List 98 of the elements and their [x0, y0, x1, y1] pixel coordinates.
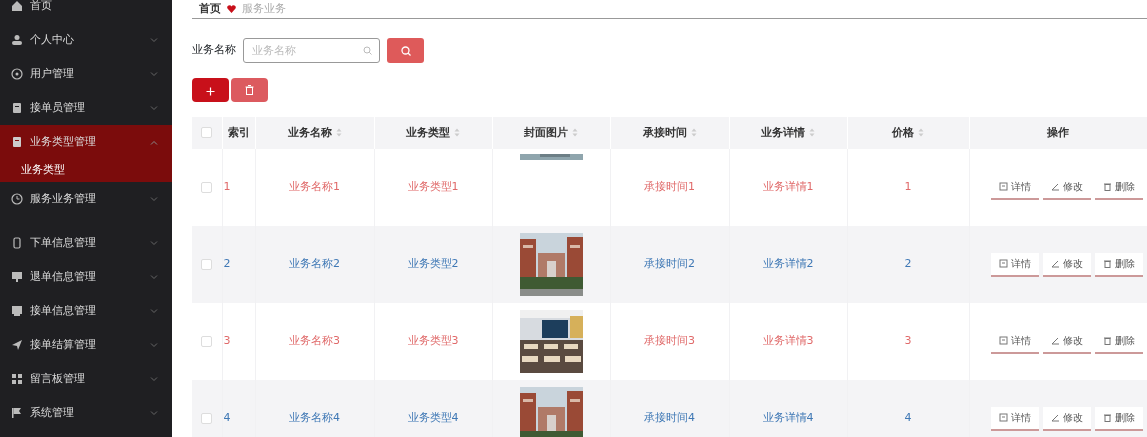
- clipboard-icon: [11, 102, 23, 114]
- table-cell: 业务详情3: [762, 334, 814, 348]
- sort-icon: [335, 128, 342, 138]
- column-header: 承接时间: [642, 125, 687, 139]
- sidebar-item[interactable]: 留言板管理: [0, 362, 172, 396]
- table-cell: 承接时间4: [644, 411, 695, 425]
- sidebar-item[interactable]: 退单信息管理: [0, 260, 172, 294]
- trash-icon: [245, 85, 254, 95]
- document-icon: [998, 259, 1008, 268]
- delete-button[interactable]: [231, 78, 268, 102]
- sort-icon: [690, 128, 697, 138]
- details-button[interactable]: 详情: [990, 252, 1039, 277]
- breadcrumb-current: 服务业务: [242, 0, 286, 17]
- table-cell: 业务类型4: [407, 411, 459, 425]
- sidebar-item[interactable]: 服务业务管理: [0, 182, 172, 216]
- table-cell: 业务类型1: [407, 180, 459, 194]
- phone-icon: [11, 237, 23, 249]
- add-button[interactable]: [192, 78, 229, 102]
- edit-button[interactable]: 修改: [1042, 406, 1091, 431]
- delete-button[interactable]: 删除: [1094, 252, 1143, 277]
- table-cell: 2: [904, 257, 912, 271]
- column-header: 业务名称: [287, 125, 332, 139]
- flag-icon: [11, 407, 23, 419]
- search-icon: [363, 46, 372, 55]
- column-header: 业务详情: [761, 125, 805, 139]
- table-cell: 业务名称3: [289, 334, 340, 348]
- plus-icon: [206, 86, 215, 96]
- table-cell: 4: [223, 411, 231, 425]
- table-cell: 业务详情4: [762, 411, 814, 425]
- table-cell: 1: [904, 180, 912, 194]
- sidebar-item[interactable]: 业务类型管理: [0, 125, 172, 159]
- column-header: 操作: [1047, 125, 1069, 139]
- pencil-icon: [1050, 182, 1060, 191]
- person-icon: [11, 34, 23, 46]
- checkbox[interactable]: [201, 258, 213, 270]
- trash-icon: [1102, 336, 1112, 345]
- table-cell: 业务类型2: [407, 257, 459, 271]
- checkbox[interactable]: [201, 335, 213, 347]
- sidebar-item[interactable]: 接单信息管理: [0, 294, 172, 328]
- table-cell: 1: [223, 180, 231, 194]
- sort-icon: [454, 128, 460, 138]
- send-icon: [11, 339, 23, 351]
- home-icon: [11, 0, 23, 12]
- column-header: 价格: [892, 125, 914, 139]
- table-cell: 4: [904, 411, 912, 425]
- table-cell: 3: [223, 334, 231, 348]
- trash-icon: [1102, 182, 1112, 191]
- checkbox[interactable]: [201, 412, 213, 424]
- column-header: 业务类型: [406, 125, 450, 139]
- edit-button[interactable]: 修改: [1042, 252, 1091, 277]
- sign-icon: [11, 271, 23, 283]
- clock-icon: [11, 193, 23, 205]
- table-cell: 3: [904, 334, 912, 348]
- breadcrumb-link[interactable]: 首页: [199, 0, 221, 18]
- sidebar-item[interactable]: 接单员管理: [0, 91, 172, 125]
- column-header: 索引: [227, 125, 250, 139]
- pencil-icon: [1050, 413, 1060, 422]
- sidebar-item[interactable]: 下单信息管理: [0, 226, 172, 260]
- delete-button[interactable]: 删除: [1094, 406, 1143, 431]
- search-label: 业务名称: [192, 42, 236, 59]
- table-cell: 承接时间2: [644, 257, 695, 271]
- sort-icon: [918, 128, 924, 138]
- search-field[interactable]: 业务名称: [243, 38, 380, 63]
- table-cell: 业务详情2: [762, 257, 814, 271]
- table-cell: 承接时间1: [644, 180, 695, 194]
- heart-icon: [227, 5, 236, 13]
- submenu-item[interactable]: 业务类型: [0, 159, 172, 182]
- checkbox[interactable]: [201, 127, 213, 139]
- checkbox[interactable]: [201, 181, 213, 193]
- column-header: 封面图片: [524, 125, 568, 139]
- sidebar-item[interactable]: 接单结算管理: [0, 328, 172, 362]
- circle-icon: [11, 68, 23, 80]
- table-cell: 承接时间3: [644, 334, 695, 348]
- table-cell: 业务详情1: [762, 180, 814, 194]
- search-button[interactable]: [387, 38, 424, 63]
- monitor-icon: [11, 305, 23, 317]
- sidebar-item[interactable]: 系统管理: [0, 396, 172, 430]
- sort-icon: [809, 128, 815, 138]
- sidebar-item[interactable]: 首页: [0, 0, 172, 23]
- sidebar-item[interactable]: 用户管理: [0, 57, 172, 91]
- pencil-icon: [1050, 259, 1060, 268]
- document-icon: [998, 182, 1008, 191]
- table-cell: 业务类型3: [407, 334, 459, 348]
- pencil-icon: [1050, 336, 1060, 345]
- table-cell: 业务名称2: [289, 257, 340, 271]
- document-icon: [998, 336, 1008, 345]
- sidebar-item[interactable]: 个人中心: [0, 23, 172, 57]
- trash-icon: [1102, 413, 1112, 422]
- table-cell: 业务名称4: [289, 411, 340, 425]
- table-cell: 2: [223, 257, 231, 271]
- details-button[interactable]: 详情: [990, 406, 1039, 431]
- document-icon: [998, 413, 1008, 422]
- table-cell: 业务名称1: [289, 180, 340, 194]
- clipboard-icon: [11, 136, 23, 148]
- trash-icon: [1102, 259, 1112, 268]
- sort-icon: [572, 128, 578, 138]
- search-icon: [400, 45, 411, 56]
- grid-icon: [11, 373, 23, 385]
